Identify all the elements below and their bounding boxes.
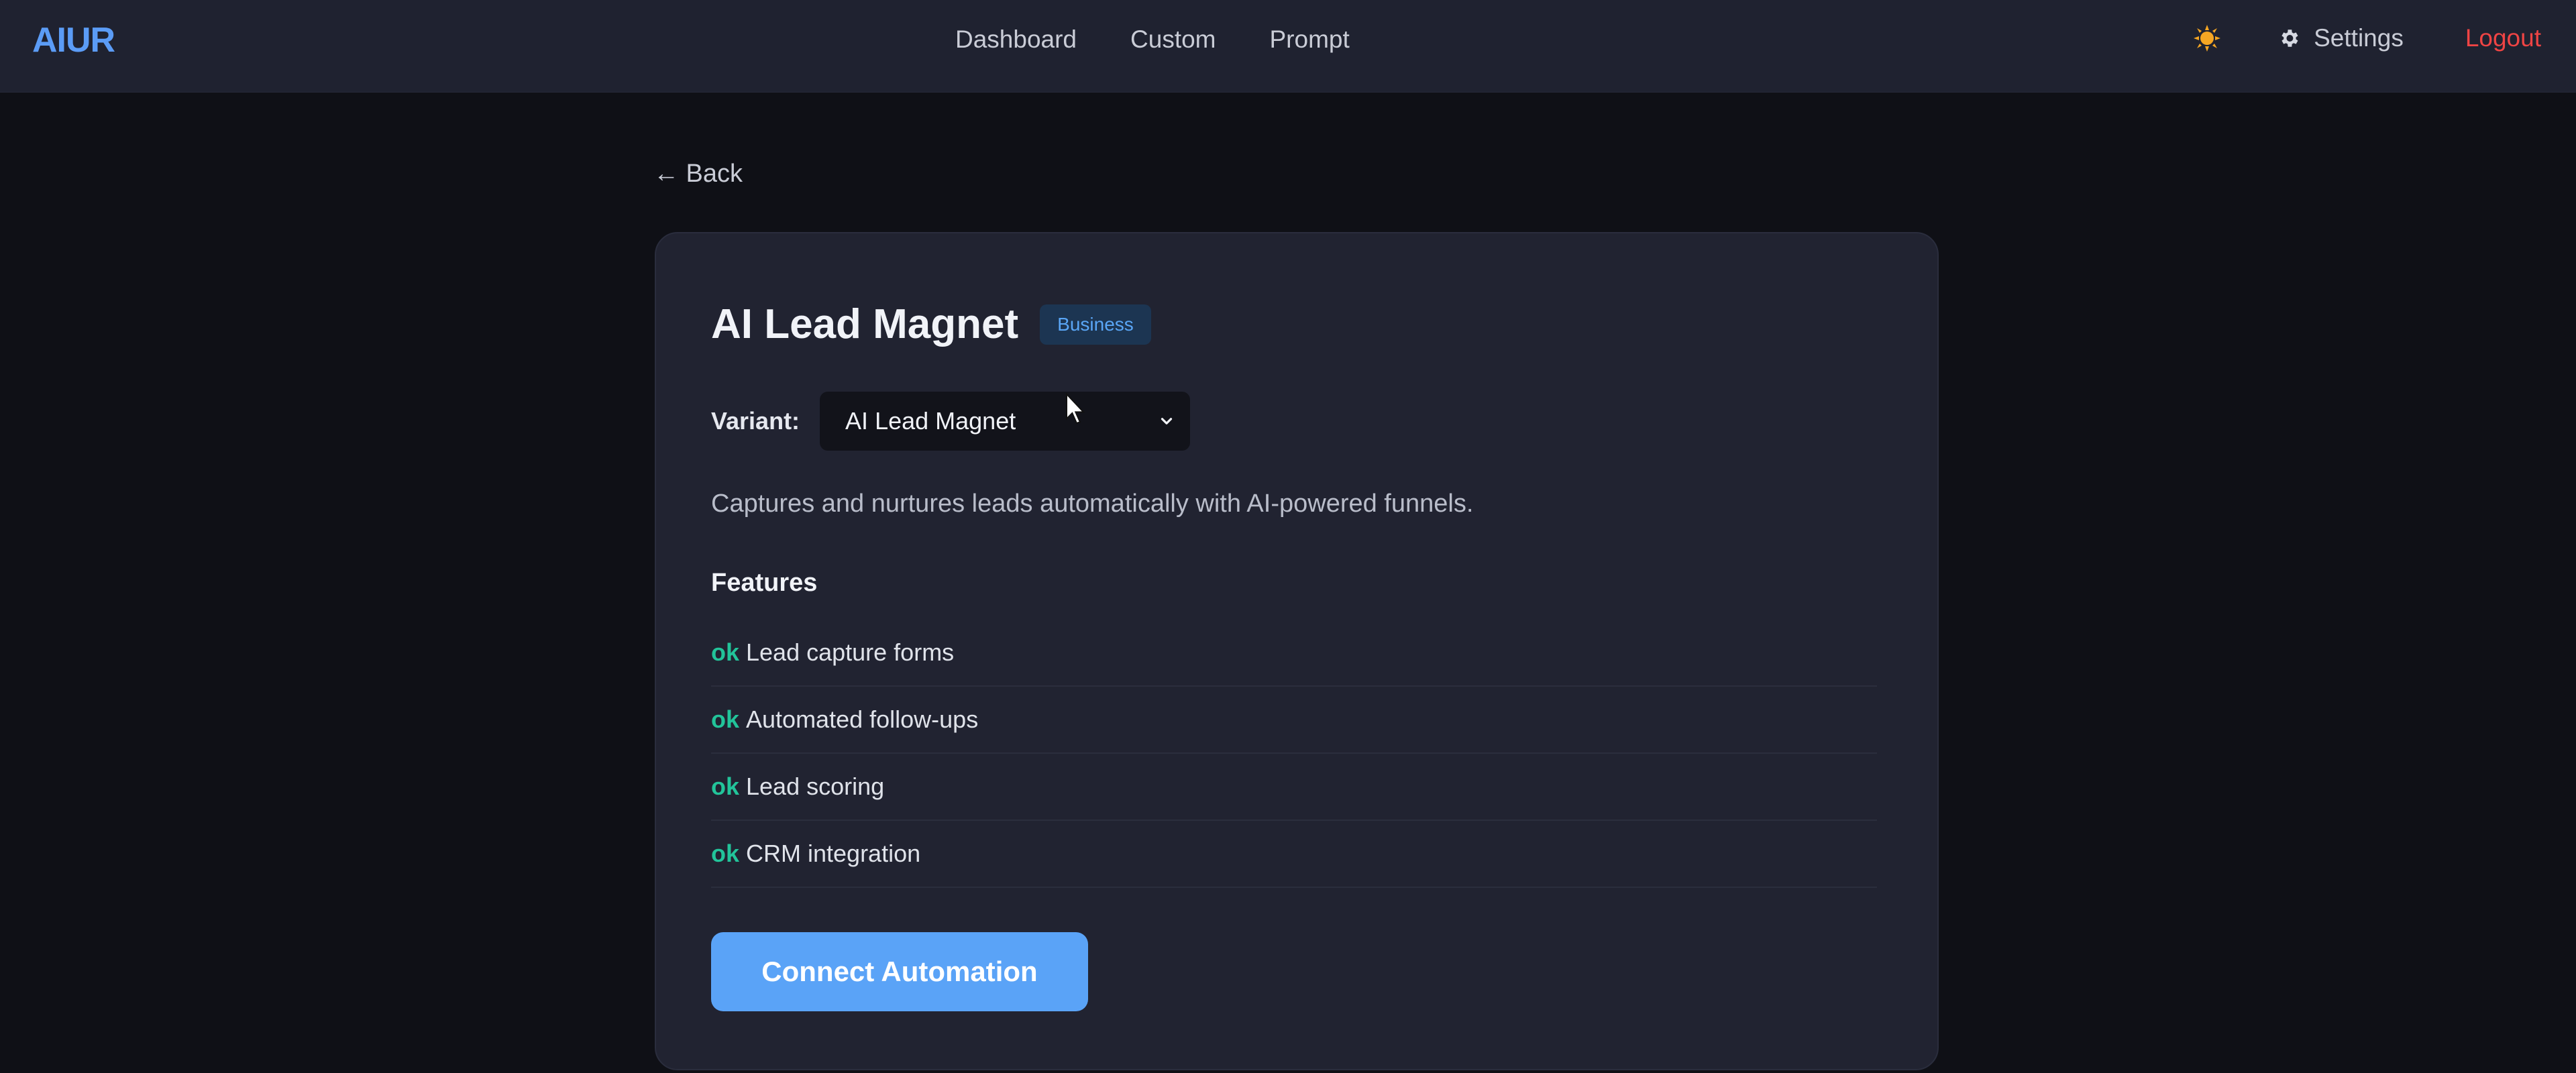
feature-label: Lead capture forms: [746, 638, 955, 666]
description: Captures and nurtures leads automaticall…: [711, 490, 1474, 518]
variant-selected-value: AI Lead Magnet: [845, 407, 1016, 435]
nav-dashboard[interactable]: Dashboard: [955, 25, 1077, 54]
ok-status: ok: [711, 705, 740, 733]
feature-label: CRM integration: [746, 840, 921, 867]
features-list: ok Lead capture forms ok Automated follo…: [711, 620, 1877, 888]
logout-button[interactable]: Logout: [2465, 24, 2541, 52]
feature-item: ok Lead scoring: [711, 754, 1877, 821]
variant-row: Variant: AI Lead Magnet: [711, 392, 1191, 451]
sun-icon[interactable]: [2193, 24, 2221, 52]
title-row: AI Lead Magnet Business: [711, 300, 1151, 348]
feature-item: ok CRM integration: [711, 821, 1877, 888]
ok-status: ok: [711, 773, 740, 800]
feature-label: Lead scoring: [746, 773, 885, 800]
settings-label: Settings: [2314, 24, 2404, 52]
variant-label: Variant:: [711, 407, 800, 435]
logo[interactable]: AIUR: [32, 20, 115, 60]
features-heading: Features: [711, 569, 818, 597]
feature-item: ok Lead capture forms: [711, 620, 1877, 687]
automation-card: AI Lead Magnet Business Variant: AI Lead…: [655, 232, 1939, 1070]
ok-status: ok: [711, 638, 740, 666]
category-badge: Business: [1040, 304, 1151, 345]
variant-select[interactable]: AI Lead Magnet: [820, 392, 1191, 451]
chevron-down-icon: [1161, 418, 1173, 425]
nav-actions: Settings Logout: [2193, 24, 2541, 52]
connect-automation-button[interactable]: Connect Automation: [711, 932, 1088, 1011]
gear-icon: [2282, 30, 2298, 47]
back-link[interactable]: ← Back: [653, 160, 743, 188]
mouse-cursor-icon: [1066, 393, 1085, 425]
page-title: AI Lead Magnet: [711, 301, 1019, 347]
top-navbar: AIUR Dashboard Custom Prompt Settings Lo…: [0, 0, 2576, 93]
feature-item: ok Automated follow-ups: [711, 687, 1877, 754]
nav-prompt[interactable]: Prompt: [1270, 25, 1350, 54]
feature-label: Automated follow-ups: [746, 705, 979, 733]
main-nav: Dashboard Custom Prompt: [955, 25, 1350, 54]
ok-status: ok: [711, 840, 740, 867]
nav-custom[interactable]: Custom: [1130, 25, 1216, 54]
settings-button[interactable]: Settings: [2277, 24, 2404, 52]
